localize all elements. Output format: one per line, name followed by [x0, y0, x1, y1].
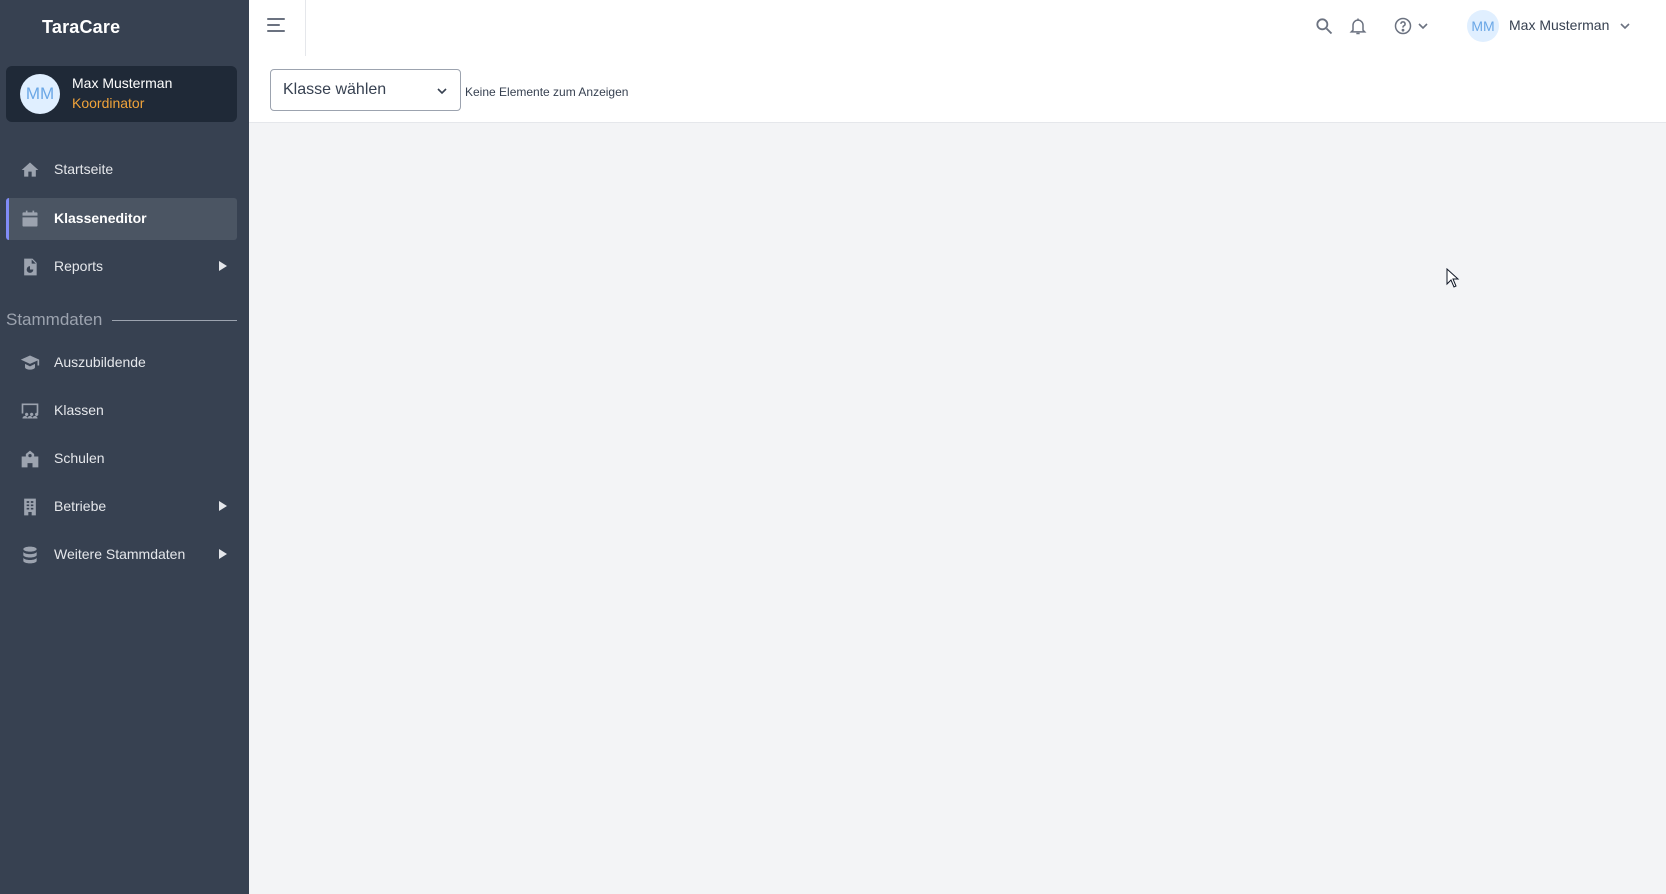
sidebar-item-schulen[interactable]: Schulen	[6, 438, 237, 480]
sidebar-item-klassen[interactable]: Klassen	[6, 390, 237, 432]
chevron-down-icon[interactable]	[1614, 15, 1636, 37]
sidebar-item-label: Auszubildende	[54, 354, 146, 370]
chevron-down-icon[interactable]	[1412, 15, 1434, 37]
calendar-icon	[20, 209, 40, 229]
section-divider	[112, 319, 237, 321]
sidebar-item-label: Startseite	[54, 161, 114, 177]
user-role: Koordinator	[72, 95, 145, 111]
sidebar-item-label: Klassen	[54, 402, 104, 418]
user-name: Max Musterman	[72, 75, 173, 91]
graduate-icon	[20, 353, 40, 373]
sidebar: TaraCare MM Max Musterman Koordinator St…	[0, 0, 249, 894]
sidebar-item-label: Schulen	[54, 450, 105, 466]
avatar: MM	[20, 74, 60, 114]
database-icon	[20, 545, 40, 565]
sidebar-item-label: Weitere Stammdaten	[54, 546, 186, 562]
sidebar-item-auszubildende[interactable]: Auszubildende	[6, 342, 237, 384]
report-icon	[20, 257, 40, 277]
divider	[305, 0, 306, 56]
help-icon[interactable]	[1392, 15, 1414, 37]
section-title: Stammdaten	[6, 310, 103, 329]
sidebar-item-klasseneditor[interactable]: Klasseneditor	[6, 198, 237, 240]
school-icon	[20, 449, 40, 469]
search-icon[interactable]	[1313, 15, 1335, 37]
mouse-cursor-icon	[1446, 268, 1460, 288]
menu-icon[interactable]	[267, 17, 287, 33]
sidebar-item-reports[interactable]: Reports	[6, 246, 237, 288]
expand-arrow-icon	[219, 549, 227, 559]
sidebar-item-label: Betriebe	[54, 498, 107, 514]
class-select[interactable]: Klasse wählen	[270, 69, 461, 111]
home-icon	[20, 160, 40, 180]
classroom-icon	[20, 401, 40, 421]
topbar: MM Max Musterman Klasse wählen Keine Ele…	[249, 0, 1666, 123]
sidebar-item-startseite[interactable]: Startseite	[6, 149, 237, 191]
avatar[interactable]: MM	[1467, 10, 1499, 42]
main-content	[249, 124, 1666, 894]
expand-arrow-icon	[219, 261, 227, 271]
user-menu-name[interactable]: Max Musterman	[1509, 17, 1609, 33]
expand-arrow-icon	[219, 501, 227, 511]
building-icon	[20, 497, 40, 517]
sidebar-item-betriebe[interactable]: Betriebe	[6, 486, 237, 528]
sidebar-item-label: Reports	[54, 258, 104, 274]
chevron-down-icon	[437, 88, 447, 95]
empty-message: Keine Elemente zum Anzeigen	[465, 85, 629, 99]
sidebar-item-label: Klasseneditor	[54, 210, 147, 226]
sidebar-item-weitere-stammdaten[interactable]: Weitere Stammdaten	[6, 534, 237, 576]
bell-icon[interactable]	[1347, 15, 1369, 37]
class-select-value: Klasse wählen	[283, 81, 387, 98]
user-card[interactable]: MM Max Musterman Koordinator	[6, 66, 237, 122]
brand-logo[interactable]: TaraCare	[42, 17, 120, 38]
section-header-stammdaten: Stammdaten	[6, 309, 237, 331]
